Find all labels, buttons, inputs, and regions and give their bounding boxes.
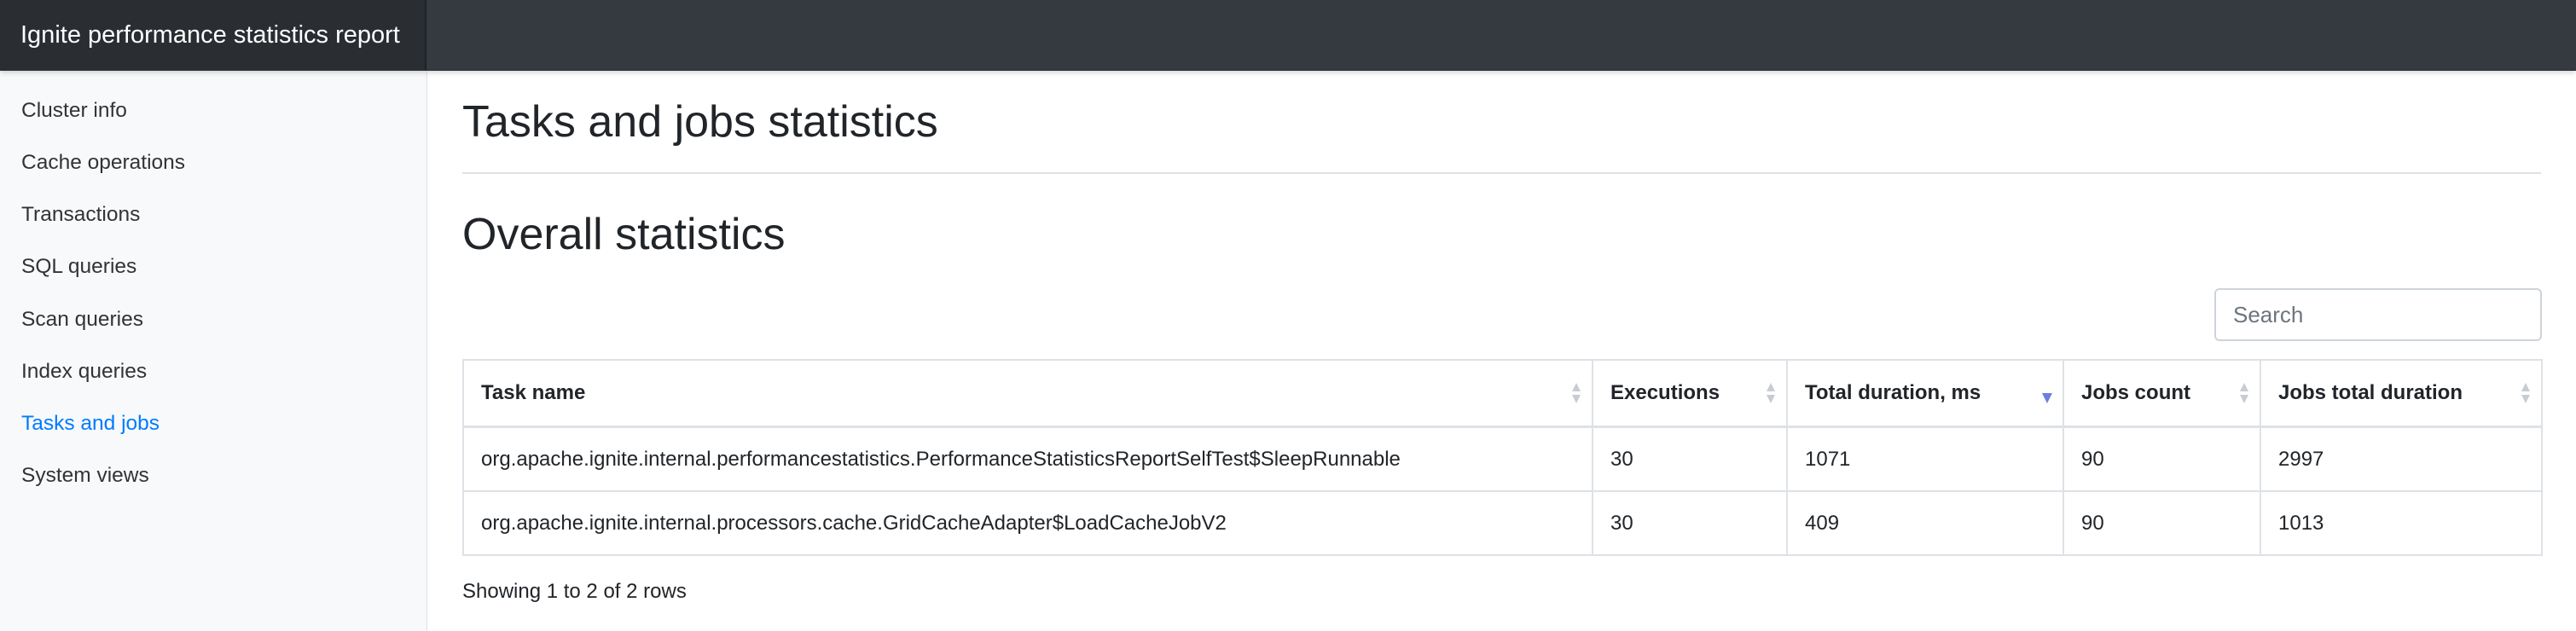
sidebar-item-transactions[interactable]: Transactions [21,203,140,227]
sidebar-item-cluster-info[interactable]: Cluster info [21,99,127,123]
table-row: org.apache.ignite.internal.processors.ca… [462,490,2543,556]
cell-jobs-total-duration: 2997 [2260,425,2543,492]
column-header-executions[interactable]: Executions [1592,359,1788,428]
search-input[interactable] [2214,288,2542,341]
sidebar-item-sql-queries[interactable]: SQL queries [21,255,136,279]
column-header-label: Task name [481,381,586,404]
column-header-total-duration[interactable]: Total duration, ms [1786,359,2064,428]
brand-title[interactable]: Ignite performance statistics report [0,0,426,70]
title-divider [462,172,2541,174]
main-content: Tasks and jobs statistics Overall statis… [462,70,2543,631]
column-header-label: Total duration, ms [1805,381,1981,404]
column-header-task-name[interactable]: Task name [462,359,1593,428]
sidebar-item-system-views[interactable]: System views [21,464,149,488]
table-row: org.apache.ignite.internal.performancest… [462,425,2543,492]
cell-executions: 30 [1592,425,1788,492]
column-header-jobs-total-duration[interactable]: Jobs total duration [2260,359,2543,428]
column-header-label: Executions [1610,381,1720,404]
section-title: Overall statistics [462,210,786,259]
sidebar-item-scan-queries[interactable]: Scan queries [21,308,143,332]
cell-executions: 30 [1592,490,1788,556]
cell-total-duration: 409 [1786,490,2064,556]
sidebar: Cluster info Cache operations Transactio… [0,70,427,631]
cell-jobs-count: 90 [2063,490,2261,556]
sort-both-icon[interactable] [2239,382,2249,404]
page-title: Tasks and jobs statistics [462,97,938,147]
cell-task-name: org.apache.ignite.internal.processors.ca… [462,490,1593,556]
sidebar-item-index-queries[interactable]: Index queries [21,360,147,384]
pagination-info: Showing 1 to 2 of 2 rows [462,580,687,603]
top-navbar: Ignite performance statistics report [0,0,2576,71]
task-stats-table: Task name Executions Total duration, ms [462,359,2543,556]
cell-task-name: org.apache.ignite.internal.performancest… [462,425,1593,492]
table-header: Task name Executions Total duration, ms [462,359,2543,428]
sort-both-icon[interactable] [2521,382,2531,404]
cell-jobs-total-duration: 1013 [2260,490,2543,556]
sidebar-item-cache-operations[interactable]: Cache operations [21,151,185,175]
sort-both-icon[interactable] [1571,382,1581,404]
table-body: org.apache.ignite.internal.performancest… [462,425,2543,556]
table-header-row: Task name Executions Total duration, ms [462,359,2543,428]
column-header-jobs-count[interactable]: Jobs count [2063,359,2261,428]
sort-desc-icon[interactable] [2042,382,2052,404]
sort-both-icon[interactable] [1766,382,1776,404]
cell-jobs-count: 90 [2063,425,2261,492]
cell-total-duration: 1071 [1786,425,2064,492]
column-header-label: Jobs total duration [2278,381,2463,404]
column-header-label: Jobs count [2081,381,2191,404]
sidebar-item-tasks-and-jobs[interactable]: Tasks and jobs [21,412,160,436]
report-app: Ignite performance statistics report Clu… [0,0,2576,631]
